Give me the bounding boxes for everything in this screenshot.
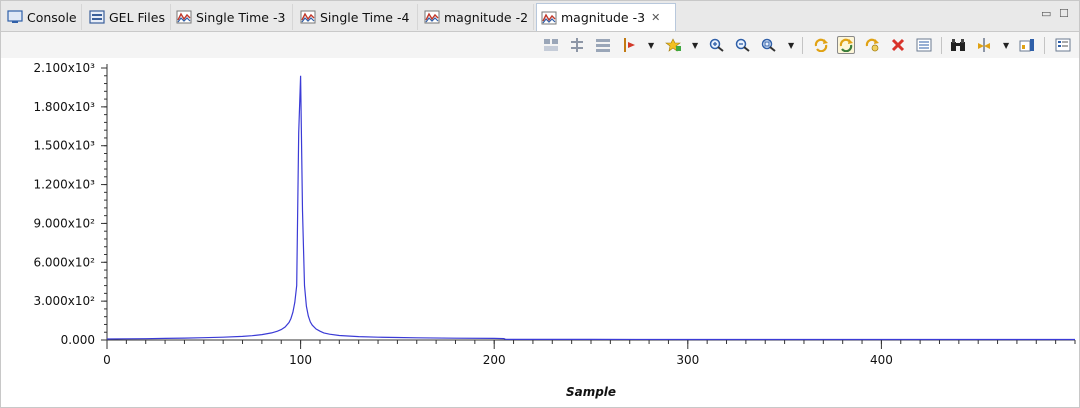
close-tab-icon[interactable]: ✕ (651, 11, 660, 24)
editor-tab-bar: Console GEL Files Single Time -3 Single … (1, 1, 1079, 32)
import-icon[interactable] (975, 36, 993, 54)
zoom-fit-icon[interactable] (760, 36, 778, 54)
auto-refresh-icon[interactable] (863, 36, 881, 54)
export-icon[interactable] (1018, 36, 1036, 54)
tab-label: GEL Files (109, 9, 165, 25)
tab-label: magnitude -2 (444, 9, 529, 25)
tab-label: Console (27, 9, 77, 25)
graph-icon (176, 10, 192, 24)
graph-icon (300, 10, 316, 24)
tab-console[interactable]: Console (3, 4, 82, 30)
menu-icon[interactable] (1054, 36, 1072, 54)
graph-icon (424, 10, 440, 24)
tab-label: Single Time -4 (320, 9, 410, 25)
marker-dropdown-arrow[interactable]: ▼ (692, 41, 698, 50)
line-chart[interactable]: 0.000 3.000x10² 6.000x10² 9.000x10² 1.200x10… (1, 58, 1079, 407)
y-tick-label: 6.000x10² (33, 255, 95, 269)
minimize-icon[interactable]: ▭ (1041, 7, 1051, 20)
continuous-refresh-icon[interactable] (837, 36, 855, 54)
y-tick-label: 9.000x10² (33, 216, 95, 230)
tab-label: magnitude -3 (561, 10, 646, 25)
x-axis-ticks: 0 100 200 300 400 (103, 340, 1076, 367)
zoom-out-icon[interactable] (734, 36, 752, 54)
x-tick-label: 300 (676, 353, 699, 367)
toolbar-separator (941, 37, 942, 54)
maximize-icon[interactable]: ☐ (1059, 7, 1069, 20)
tab-gel-files[interactable]: GEL Files (85, 4, 171, 30)
x-tick-label: 100 (289, 353, 312, 367)
delete-icon[interactable] (889, 36, 907, 54)
tab-single-time-3[interactable]: Single Time -3 (172, 4, 293, 30)
refresh-icon[interactable] (812, 36, 830, 54)
magnitude-series-line (106, 75, 1075, 341)
graph-icon (541, 11, 557, 24)
import-dropdown-arrow[interactable]: ▼ (1003, 41, 1009, 50)
tab-magnitude-2[interactable]: magnitude -2 (420, 4, 534, 30)
graph-toolbar: ▼ ▼ ▼ ▼ (1, 32, 1079, 59)
y-tick-label: 1.800x10³ (33, 100, 95, 114)
tab-label: Single Time -3 (196, 9, 286, 25)
y-tick-label: 2.100x10³ (33, 61, 95, 75)
binoculars-icon[interactable] (949, 36, 967, 54)
magnitude-plot[interactable]: 0.000 3.000x10² 6.000x10² 9.000x10² 1.200x10… (1, 58, 1079, 407)
toolbar-separator (802, 37, 803, 54)
y-axis-ticks: 0.000 3.000x10² 6.000x10² 9.000x10² 1.200x10… (33, 61, 107, 347)
y-tick-label: 0.000 (61, 333, 95, 347)
align-icon[interactable] (542, 36, 560, 54)
y-tick-label: 1.200x10³ (33, 178, 95, 192)
y-tick-label: 3.000x10² (33, 294, 95, 308)
gel-files-icon (89, 10, 105, 24)
stack-icon[interactable] (594, 36, 612, 54)
console-icon (7, 10, 23, 23)
cursor-icon[interactable] (620, 36, 638, 54)
add-marker-icon[interactable] (664, 36, 682, 54)
tab-single-time-4[interactable]: Single Time -4 (296, 4, 418, 30)
zoom-dropdown-arrow[interactable]: ▼ (788, 41, 794, 50)
x-tick-label: 0 (103, 353, 111, 367)
measure-icon[interactable] (568, 36, 586, 54)
cursor-dropdown-arrow[interactable]: ▼ (648, 41, 654, 50)
x-tick-label: 200 (483, 353, 506, 367)
properties-icon[interactable] (915, 36, 933, 54)
y-tick-label: 1.500x10³ (33, 139, 95, 153)
toolbar-separator (1044, 37, 1045, 54)
x-axis-label: Sample (566, 385, 616, 399)
graph-view-window: Console GEL Files Single Time -3 Single … (0, 0, 1080, 408)
zoom-in-icon[interactable] (708, 36, 726, 54)
tab-magnitude-3[interactable]: magnitude -3 ✕ (536, 3, 676, 31)
x-tick-label: 400 (870, 353, 893, 367)
